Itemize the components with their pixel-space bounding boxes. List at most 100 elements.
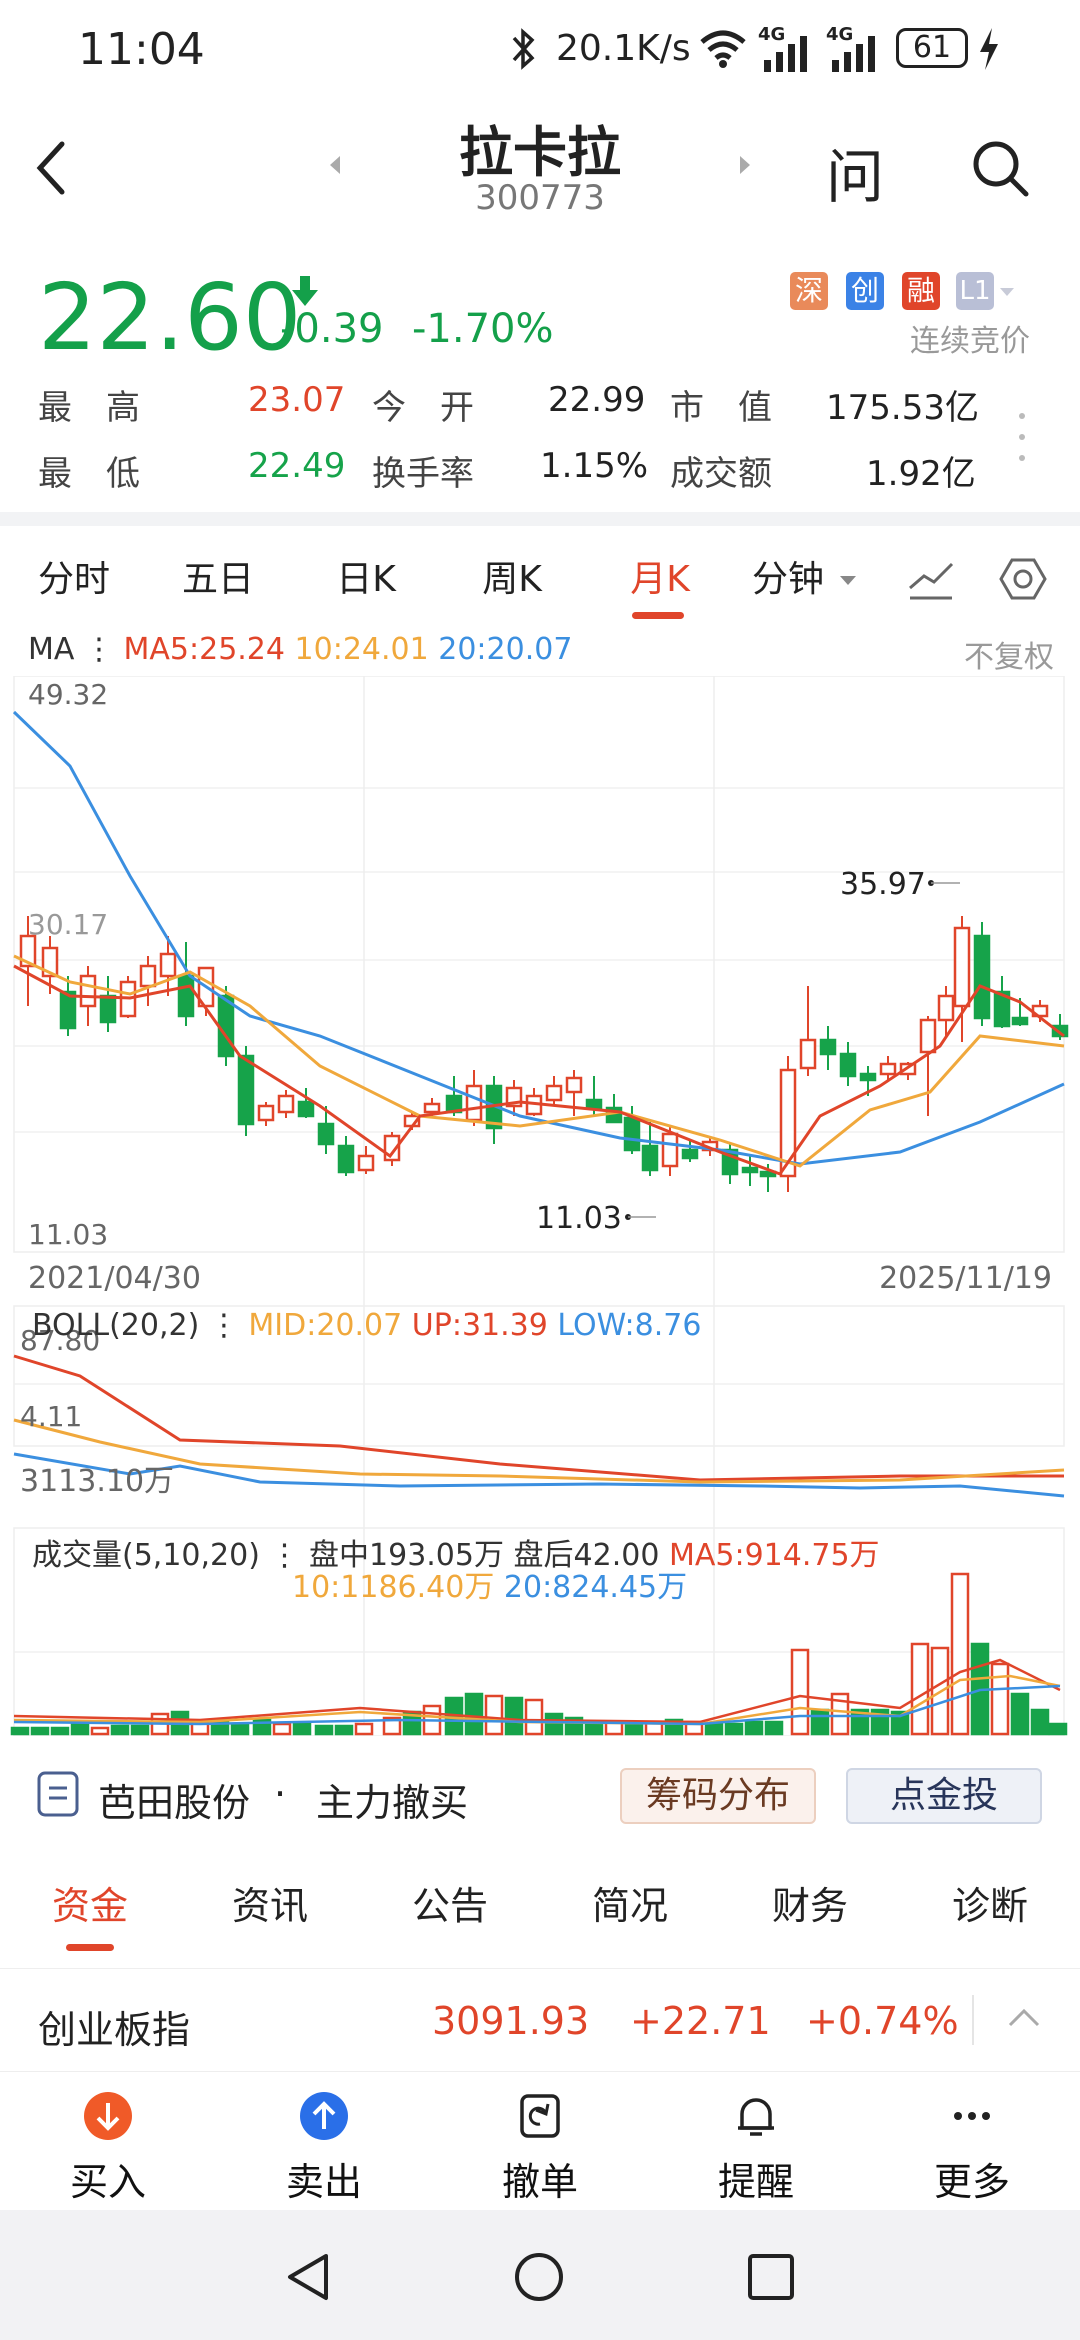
- news-event[interactable]: 主力撤买: [316, 1772, 468, 1827]
- cancel-label: 撤单: [501, 2160, 578, 2204]
- candle-body: [297, 1100, 315, 1118]
- volume-bar: [50, 1726, 70, 1736]
- volume-bar: [464, 1692, 484, 1736]
- index-name: 创业板指: [38, 2008, 191, 2052]
- index-value: 3091.93: [432, 1999, 590, 2043]
- kline-ymin: 11.03: [28, 1218, 108, 1251]
- volume-bar: [704, 1722, 724, 1736]
- boll-legend: BOLL(20,2) ⋮ MID:20.07 UP:31.39 LOW:8.76: [32, 1308, 702, 1343]
- sell-icon: [300, 2092, 348, 2140]
- volume-bar: [292, 1722, 312, 1736]
- document-icon: [37, 1771, 79, 1817]
- badge-l1[interactable]: L1: [956, 272, 994, 310]
- nav-back-icon[interactable]: [282, 2250, 336, 2304]
- tab-funds[interactable]: 资金: [30, 1878, 150, 1934]
- tab-news[interactable]: 资讯: [210, 1878, 330, 1934]
- ma5-value: MA5:25.24: [123, 632, 285, 667]
- tab-intraday[interactable]: 分时: [26, 552, 122, 608]
- alert-button[interactable]: 提醒: [696, 2090, 816, 2206]
- candle-body: [641, 1144, 659, 1172]
- ma5-line: [13, 964, 1065, 1176]
- tab-diagnosis[interactable]: 诊断: [930, 1878, 1050, 1934]
- price-change: -0.39: [280, 306, 384, 352]
- info-bar: 芭田股份 · 主力撤买 筹码分布 点金投: [0, 1738, 1080, 1848]
- volume-bar: [744, 1720, 764, 1736]
- tab-minute[interactable]: 分钟: [740, 552, 836, 608]
- candle-body: [879, 1062, 897, 1076]
- nav-recents-icon[interactable]: [744, 2250, 798, 2304]
- volume-bar: [810, 1708, 830, 1736]
- more-dots-icon[interactable]: [1016, 410, 1028, 464]
- volume-bar: [354, 1722, 374, 1736]
- nav-home-icon[interactable]: [512, 2250, 566, 2304]
- volume-label: 成交量(5,10,20): [32, 1538, 260, 1573]
- divider: [0, 512, 1080, 526]
- value-open: 22.99: [548, 380, 646, 420]
- adjust-mode[interactable]: 不复权: [900, 632, 1054, 676]
- sell-button[interactable]: 卖出: [264, 2090, 384, 2206]
- label-amount: 成交额: [670, 454, 772, 494]
- indicator-icon[interactable]: [906, 556, 956, 602]
- candle-body: [139, 964, 157, 988]
- dropdown-icon: [1000, 288, 1014, 296]
- ma20-value: 20:20.07: [438, 632, 573, 667]
- prev-stock-icon[interactable]: [326, 150, 346, 180]
- value-turnover: 1.15%: [540, 446, 649, 486]
- badge-chuang: 创: [846, 272, 884, 310]
- chevron-up-icon[interactable]: [1004, 2003, 1044, 2033]
- buy-label: 买入: [69, 2160, 146, 2204]
- end-date: 2025/11/19: [879, 1261, 1052, 1296]
- value-market-cap: 175.53亿: [826, 388, 979, 428]
- index-change: +22.71: [630, 1999, 771, 2043]
- cancel-order-button[interactable]: 撤单: [480, 2090, 600, 2206]
- next-stock-icon[interactable]: [734, 150, 754, 180]
- volume-bar: [1030, 1708, 1050, 1736]
- buy-button[interactable]: 买入: [48, 2090, 168, 2206]
- stock-code: 300773: [475, 178, 605, 218]
- news-stock[interactable]: 芭田股份: [98, 1772, 250, 1827]
- down-arrow-icon: [292, 276, 318, 306]
- tab-five-day[interactable]: 五日: [170, 552, 266, 608]
- candle-body: [953, 926, 971, 1008]
- signal-4g-icon-2: 4G: [826, 24, 888, 72]
- tab-profile[interactable]: 简况: [570, 1878, 690, 1934]
- candle-body: [937, 994, 955, 1022]
- volume-bar: [110, 1724, 130, 1736]
- tab-monthly-k[interactable]: 月K: [612, 552, 708, 608]
- index-divider: [972, 1995, 974, 2045]
- more-button[interactable]: 更多: [912, 2090, 1032, 2206]
- price-change-pct: -1.70%: [412, 306, 554, 352]
- tab-announcements[interactable]: 公告: [390, 1878, 510, 1934]
- back-icon[interactable]: [30, 138, 74, 198]
- candle-body: [973, 934, 991, 1020]
- volume-ma20: 20:824.45万: [503, 1570, 688, 1605]
- settings-icon[interactable]: [998, 554, 1048, 604]
- gold-invest-button[interactable]: 点金投: [846, 1768, 1042, 1824]
- boll-mid: MID:20.07: [248, 1308, 403, 1343]
- tab-finance[interactable]: 财务: [750, 1878, 870, 1934]
- candle-body: [623, 1116, 641, 1152]
- ask-button[interactable]: 问: [826, 130, 884, 214]
- sell-label: 卖出: [285, 2160, 362, 2204]
- index-ticker[interactable]: 创业板指 3091.93 +22.71 +0.74%: [0, 1968, 1080, 2072]
- boll-label: BOLL(20,2): [32, 1308, 200, 1343]
- label-market-cap: 市 值: [670, 388, 772, 428]
- chip-distribution-button[interactable]: 筹码分布: [620, 1768, 816, 1824]
- candle-body: [799, 1038, 817, 1070]
- quote-panel: 22.60 -0.39 -1.70% 深 创 融 L1 连续竞价 最 高 23.…: [0, 260, 1080, 510]
- candle-body: [337, 1144, 355, 1174]
- tab-weekly-k[interactable]: 周K: [464, 552, 560, 608]
- volume-bar: [90, 1726, 110, 1736]
- value-amount: 1.92亿: [866, 454, 976, 494]
- tab-daily-k[interactable]: 日K: [318, 552, 414, 608]
- volume-bar: [990, 1662, 1010, 1736]
- buy-icon: [84, 2092, 132, 2140]
- minute-dropdown-icon[interactable]: [838, 574, 858, 588]
- more-label: 更多: [933, 2160, 1010, 2204]
- volume-bar: [544, 1712, 564, 1736]
- label-high: 最 高: [38, 388, 140, 428]
- system-nav-bar: [0, 2210, 1080, 2340]
- ma-legend: MA ⋮ MA5:25.24 10:24.01 20:20.07: [28, 632, 573, 667]
- alert-label: 提醒: [717, 2160, 794, 2204]
- search-icon[interactable]: [968, 136, 1032, 200]
